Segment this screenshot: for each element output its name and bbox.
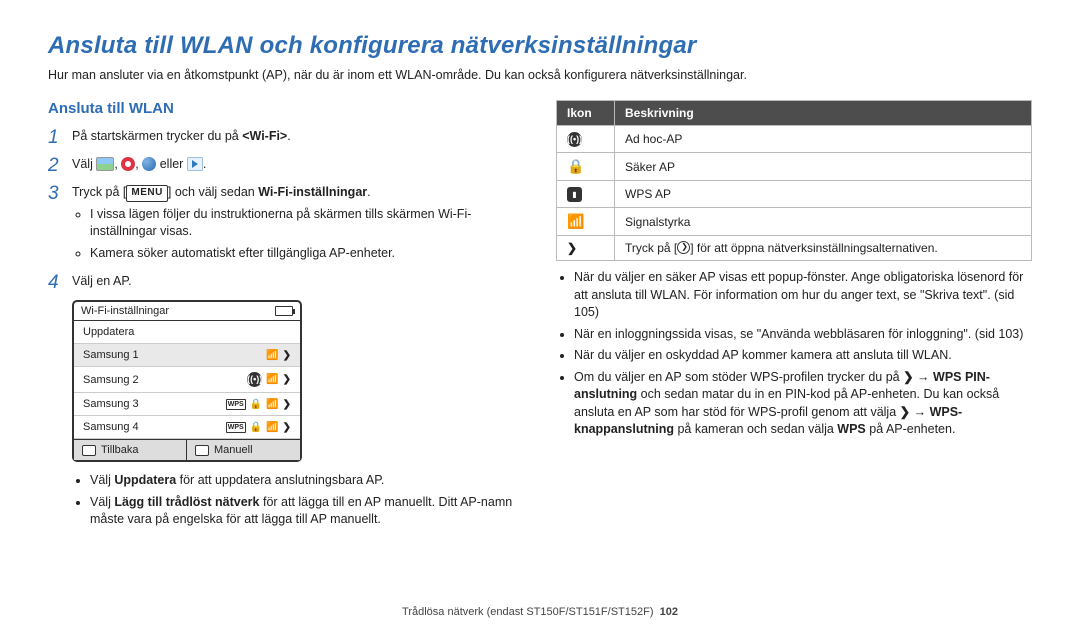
wifi-icon bbox=[266, 374, 278, 385]
under-device-note-1: Välj Uppdatera för att uppdatera anslutn… bbox=[90, 472, 524, 490]
menu-icon: MENU bbox=[126, 185, 167, 202]
right-note-3: När du väljer en oskyddad AP kommer kame… bbox=[574, 347, 1032, 365]
step-3: Tryck på [MENU] och välj sedan Wi-Fi-ins… bbox=[48, 183, 524, 262]
play-icon bbox=[187, 157, 203, 171]
globe-icon bbox=[142, 157, 156, 171]
chevron-right-icon: ❯ bbox=[283, 399, 291, 410]
step-3-note-2: Kamera söker automatiskt efter tillgängl… bbox=[90, 245, 524, 263]
device-back: Tillbaka bbox=[74, 440, 187, 460]
intro-text: Hur man ansluter via en åtkomstpunkt (AP… bbox=[48, 68, 1032, 82]
ap-row-refresh: Uppdatera bbox=[74, 321, 300, 344]
wps-icon: WPS bbox=[226, 422, 246, 433]
step-3-note-1: I vissa lägen följer du instruktionerna … bbox=[90, 206, 524, 241]
section-heading: Ansluta till WLAN bbox=[48, 100, 524, 117]
options-icon bbox=[677, 241, 690, 254]
table-row: ❯ Tryck på [] för att öppna nätverksinst… bbox=[557, 236, 1032, 261]
landscape-icon bbox=[96, 157, 114, 171]
chevron-right-icon: ❯ bbox=[283, 350, 291, 361]
wps-icon: ▮ bbox=[567, 187, 582, 202]
battery-icon bbox=[275, 306, 293, 316]
ap-row-3: Samsung 3 WPS❯ bbox=[74, 393, 300, 416]
ap-row-4: Samsung 4 WPS❯ bbox=[74, 416, 300, 439]
under-device-note-2: Välj Lägg till trådlöst nätverk för att … bbox=[90, 494, 524, 529]
step-4: Välj en AP. bbox=[48, 272, 524, 290]
chevron-right-icon: ❯ bbox=[283, 374, 291, 385]
wifi-icon bbox=[266, 350, 278, 361]
right-note-1: När du väljer en säker AP visas ett popu… bbox=[574, 269, 1032, 322]
th-desc: Beskrivning bbox=[615, 101, 1032, 126]
lock-icon bbox=[250, 422, 262, 433]
table-row: ▮ WPS AP bbox=[557, 181, 1032, 208]
device-screenshot: Wi-Fi-inställningar Uppdatera Samsung 1 … bbox=[72, 300, 302, 462]
table-row: Säker AP bbox=[557, 153, 1032, 181]
step-2: Välj , , eller . bbox=[48, 155, 524, 173]
back-btn-icon bbox=[82, 445, 96, 456]
icon-description-table: Ikon Beskrivning ((•)) Ad hoc-AP Säker A… bbox=[556, 100, 1032, 261]
wps-icon: WPS bbox=[226, 399, 246, 410]
table-row: ((•)) Ad hoc-AP bbox=[557, 126, 1032, 153]
lock-icon bbox=[250, 399, 262, 410]
wifi-icon bbox=[266, 422, 278, 433]
device-manual: Manuell bbox=[187, 440, 300, 460]
chevron-right-icon: ❯ bbox=[900, 404, 910, 422]
ap-row-1: Samsung 1 ❯ bbox=[74, 344, 300, 367]
page-footer: Trådlösa nätverk (endast ST150F/ST151F/S… bbox=[0, 606, 1080, 618]
chevron-right-icon: ❯ bbox=[283, 422, 291, 433]
step-1: På startskärmen trycker du på <Wi-Fi>. bbox=[48, 127, 524, 145]
lock-icon bbox=[567, 158, 584, 174]
right-note-4: Om du väljer en AP som stöder WPS-profil… bbox=[574, 369, 1032, 439]
manual-btn-icon bbox=[195, 445, 209, 456]
chevron-right-icon: ❯ bbox=[903, 369, 913, 387]
adhoc-icon: ((•)) bbox=[247, 372, 262, 387]
wifi-icon bbox=[266, 399, 278, 410]
right-note-2: När en inloggningssida visas, se "Använd… bbox=[574, 326, 1032, 344]
device-title: Wi-Fi-inställningar bbox=[81, 305, 169, 317]
chevron-right-icon: ❯ bbox=[567, 241, 577, 255]
th-icon: Ikon bbox=[557, 101, 615, 126]
table-row: Signalstyrka bbox=[557, 208, 1032, 236]
ap-row-2: Samsung 2 ((•))❯ bbox=[74, 367, 300, 393]
record-icon bbox=[121, 157, 135, 171]
page-title: Ansluta till WLAN och konfigurera nätver… bbox=[48, 32, 1032, 60]
wifi-icon bbox=[567, 213, 584, 229]
adhoc-icon: ((•)) bbox=[567, 132, 582, 147]
